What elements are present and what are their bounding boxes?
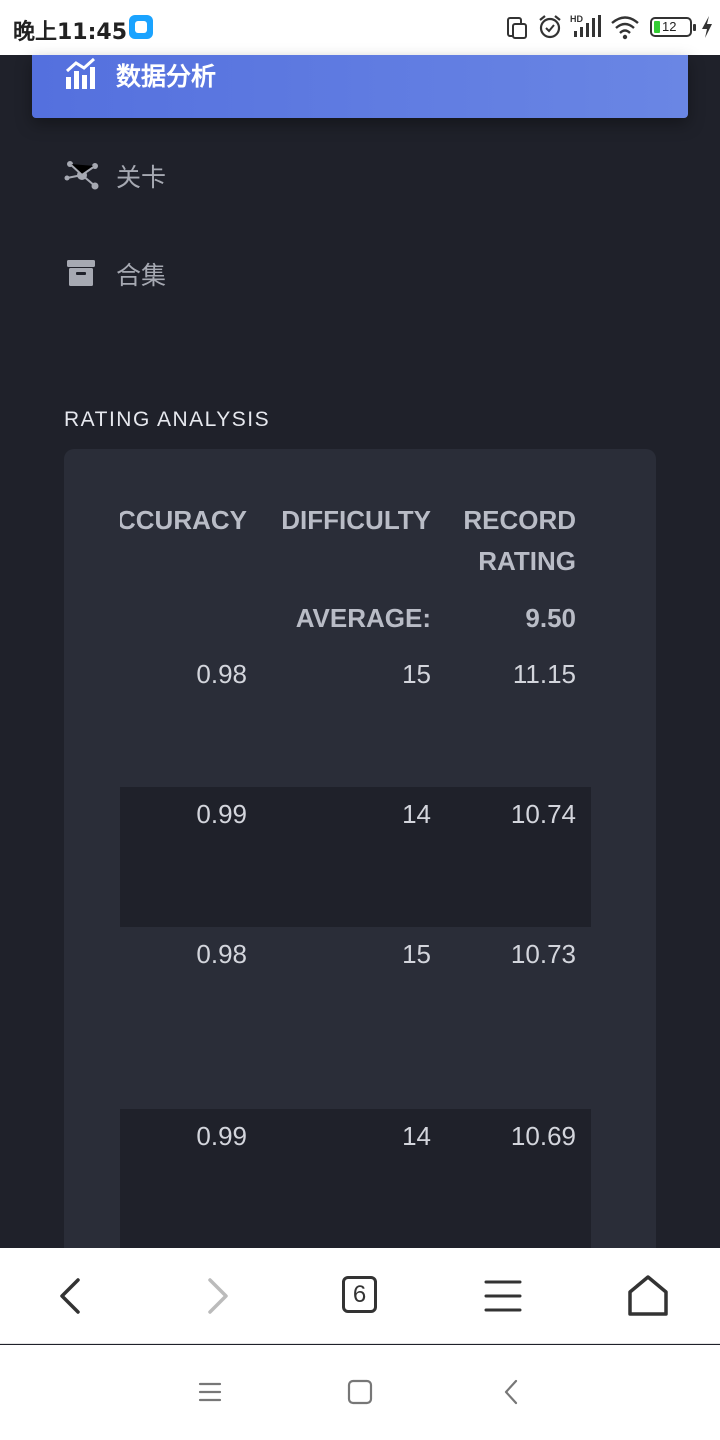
chart-icon [66, 57, 96, 89]
battery-icon: 12 [650, 17, 696, 37]
cell-difficulty: 15 [402, 939, 431, 969]
average-label: AVERAGE: [295, 603, 431, 633]
section-title: RATING ANALYSIS [64, 408, 271, 431]
home-button-icon[interactable] [340, 1373, 380, 1413]
rating-table[interactable]: CCURACY DIFFICULTY RECORD RATING AVERAGE… [120, 449, 591, 1269]
nav-item-levels[interactable]: 关卡 [64, 152, 464, 202]
svg-text:HD: HD [570, 14, 583, 24]
nodes-icon [64, 161, 99, 190]
browser-toolbar: 6 [0, 1248, 720, 1344]
recent-apps-icon[interactable] [190, 1373, 230, 1413]
column-header-difficulty[interactable]: DIFFICULTY [281, 500, 431, 541]
battery-level: 12 [662, 19, 677, 34]
nav-item-label: 合集 [116, 261, 167, 290]
tabs-icon[interactable]: 6 [342, 1276, 377, 1313]
column-header-accuracy[interactable]: CCURACY [120, 500, 247, 541]
cell-accuracy: 0.99 [196, 1121, 247, 1151]
cell-rating: 10.73 [510, 939, 576, 969]
status-bar: 晚上11:45 HD 12 [0, 0, 720, 55]
wifi-icon [611, 16, 639, 40]
alarm-icon [539, 15, 561, 39]
cell-accuracy: 0.99 [196, 799, 247, 829]
back-icon[interactable] [30, 1248, 110, 1344]
cell-difficulty: 14 [402, 1121, 431, 1151]
cell-rating: 10.74 [510, 799, 576, 829]
forward-icon[interactable] [178, 1248, 258, 1344]
cell-rating: 10.69 [510, 1121, 576, 1151]
nav-item-label: 关卡 [116, 163, 167, 192]
cell-accuracy: 0.98 [196, 659, 247, 689]
cell-difficulty: 14 [402, 799, 431, 829]
app-notification-icon [129, 15, 153, 39]
nav-item-label: 数据分析 [116, 62, 217, 91]
cell-rating: 11.15 [512, 659, 576, 689]
status-time: 晚上11:45 [13, 20, 128, 45]
archive-icon [67, 260, 95, 286]
cell-difficulty: 15 [402, 659, 431, 689]
system-navigation-bar [0, 1345, 720, 1440]
charging-icon [702, 16, 712, 38]
menu-icon[interactable] [463, 1248, 543, 1344]
system-back-icon[interactable] [492, 1373, 532, 1413]
screen-rotate-icon [507, 17, 527, 39]
column-header-rating[interactable]: RATING [478, 541, 576, 582]
home-icon[interactable] [608, 1248, 688, 1344]
cell-accuracy: 0.98 [196, 939, 247, 969]
nav-item-collections[interactable]: 合集 [64, 250, 464, 300]
column-header-record[interactable]: RECORD [463, 500, 576, 541]
average-value: 9.50 [525, 603, 576, 633]
nav-item-data-analysis[interactable]: 数据分析 [32, 55, 688, 118]
rating-analysis-card[interactable]: CCURACY DIFFICULTY RECORD RATING AVERAGE… [64, 449, 656, 1269]
hd-signal-icon: HD [570, 14, 601, 37]
